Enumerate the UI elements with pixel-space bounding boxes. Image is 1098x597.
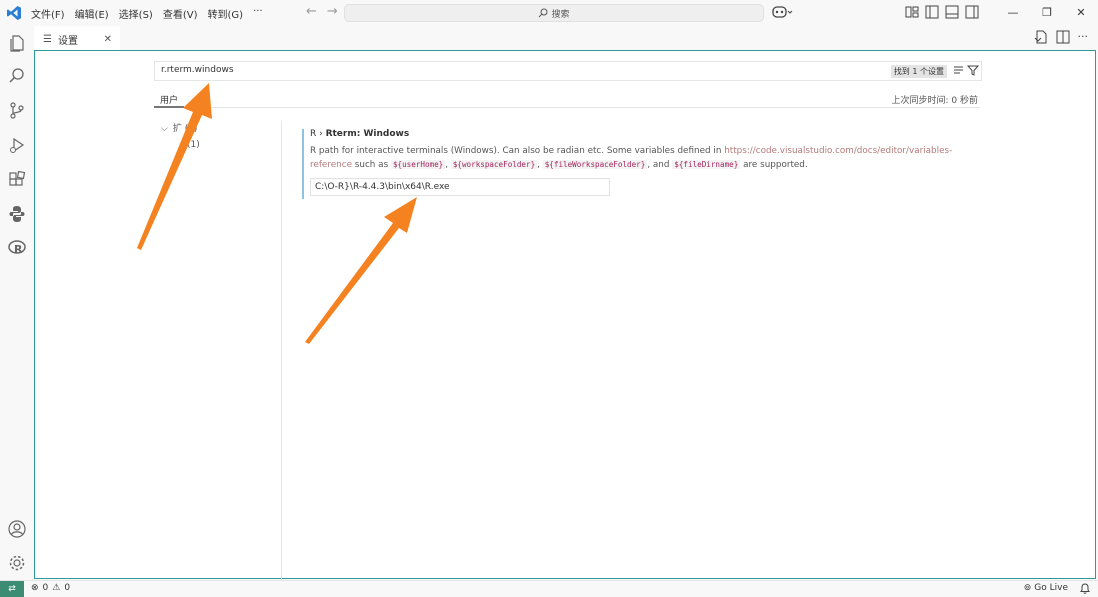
arrow-to-search-icon — [137, 83, 212, 250]
go-live-label: Go Live — [1034, 583, 1068, 593]
warning-icon: ⚠ — [52, 583, 61, 593]
arrow-to-path-icon — [305, 197, 417, 344]
problems-indicator[interactable]: ⊗ 0 ⚠ 0 — [31, 583, 70, 593]
notifications-bell-icon[interactable] — [1080, 583, 1090, 594]
annotation-arrows — [137, 83, 417, 344]
warning-count: 0 — [64, 583, 71, 593]
error-count: 0 — [42, 583, 49, 593]
broadcast-icon: ⊚ — [1023, 583, 1032, 593]
error-icon: ⊗ — [31, 583, 39, 593]
status-bar: ⇄ ⊗ 0 ⚠ 0 ⊚ Go Live — [0, 580, 1098, 597]
go-live-button[interactable]: ⊚ Go Live — [1024, 583, 1068, 593]
remote-indicator-icon[interactable]: ⇄ — [0, 581, 24, 597]
